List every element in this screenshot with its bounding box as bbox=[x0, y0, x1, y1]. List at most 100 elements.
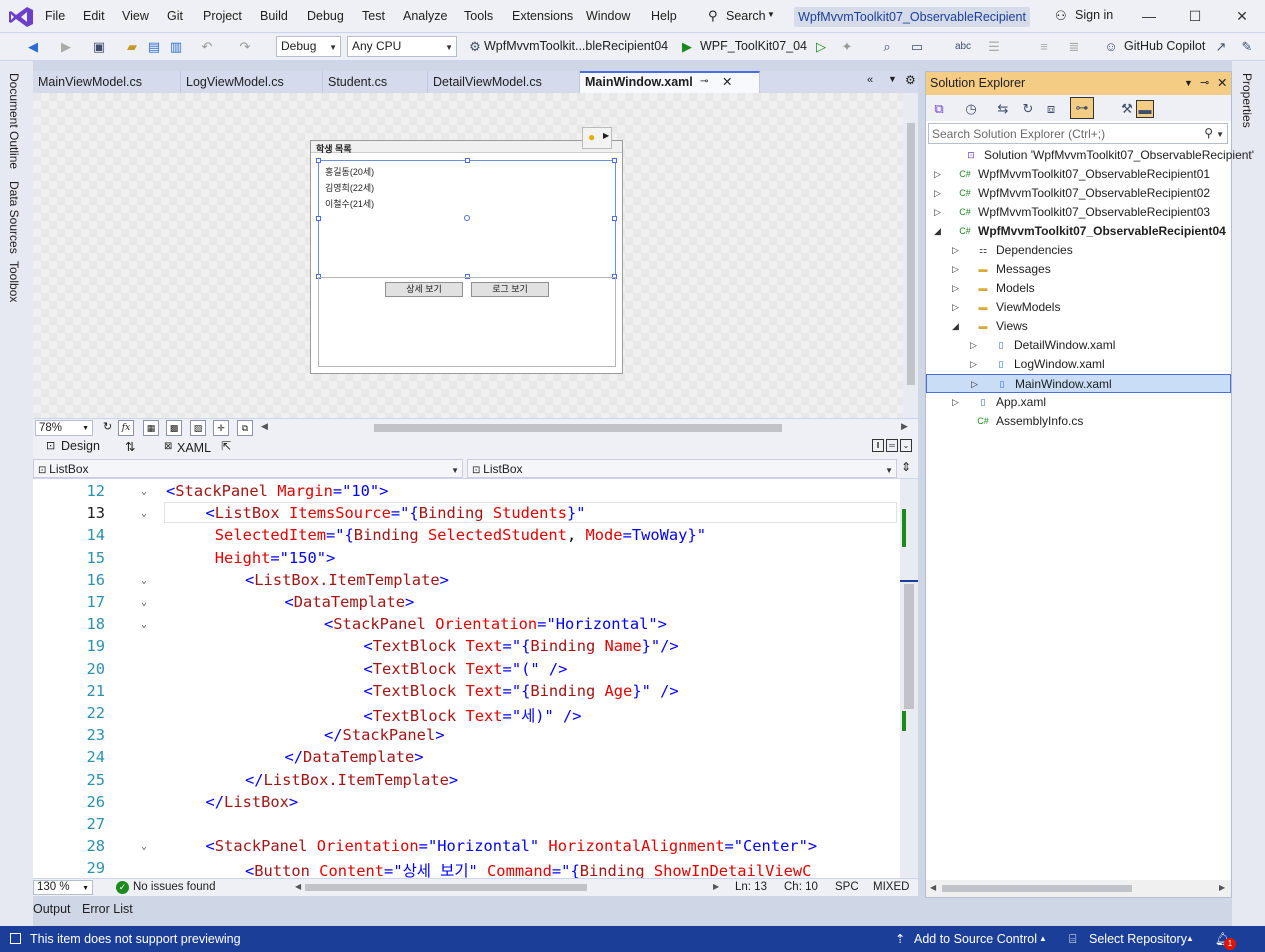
spell-check-icon[interactable]: abc bbox=[954, 38, 972, 56]
tree-item[interactable]: C# AssemblyInfo.cs bbox=[926, 412, 1231, 431]
code-line[interactable]: <DataTemplate> bbox=[285, 593, 415, 611]
gear-icon[interactable]: ⚙ bbox=[905, 73, 916, 87]
code-line[interactable]: <TextBlock Text="{Binding Name}"/> bbox=[364, 637, 679, 655]
search-button[interactable]: ⚲ Search ▼ bbox=[700, 6, 780, 27]
collapsed-chevron-icon[interactable]: ▷ bbox=[934, 184, 941, 203]
solution-explorer-search[interactable]: Search Solution Explorer (Ctrl+;) ⚲ ▼ bbox=[928, 123, 1228, 144]
code-line[interactable]: SelectedItem="{Binding SelectedStudent, … bbox=[206, 526, 706, 544]
vertical-split-icon[interactable]: ‖ bbox=[872, 439, 884, 452]
tree-item[interactable]: ▷ C# WpfMvvmToolkit07_ObservableRecipient0… bbox=[926, 184, 1231, 203]
element-left-select[interactable]: ⊡ ListBox ▼ bbox=[33, 459, 463, 478]
history-icon[interactable]: ◷ bbox=[962, 100, 980, 118]
project-code-icon[interactable]: ⧉ bbox=[237, 420, 253, 436]
menu-debug[interactable]: Debug bbox=[307, 9, 344, 23]
designer-zoom-select[interactable]: 78% ▼ bbox=[35, 420, 93, 436]
github-copilot-button[interactable]: GitHub Copilot bbox=[1124, 39, 1205, 53]
minimize-button[interactable]: — bbox=[1135, 5, 1163, 27]
properties-wrench-icon[interactable]: ⚒ bbox=[1118, 100, 1136, 118]
whitespace-mode[interactable]: SPC bbox=[835, 881, 859, 893]
tab-properties[interactable]: Properties bbox=[1240, 73, 1254, 128]
back-icon[interactable]: ◀ bbox=[24, 38, 42, 56]
outdent-icon[interactable]: ≣ bbox=[1065, 38, 1083, 56]
element-right-select[interactable]: ⊡ ListBox ▼ bbox=[467, 459, 897, 478]
tab-document-outline[interactable]: Document Outline bbox=[7, 73, 21, 169]
close-icon[interactable]: ✕ bbox=[1217, 72, 1227, 95]
gear-icon[interactable]: ⚙ bbox=[466, 38, 484, 56]
pin-icon[interactable]: ⊸ bbox=[700, 73, 708, 91]
tab-xaml[interactable]: XAML bbox=[177, 441, 211, 455]
tab-output[interactable]: Output bbox=[33, 902, 71, 916]
add-to-source-control-button[interactable]: Add to Source Control bbox=[914, 926, 1037, 952]
tab-error-list[interactable]: Error List bbox=[82, 902, 133, 916]
comment-icon[interactable]: ☰ bbox=[985, 38, 1003, 56]
start-without-debugging-icon[interactable]: ▷ bbox=[812, 38, 830, 56]
menu-project[interactable]: Project bbox=[203, 9, 242, 23]
tree-item[interactable]: ▷ ▯ LogWindow.xaml bbox=[926, 355, 1231, 374]
select-repository-button[interactable]: Select Repository bbox=[1089, 926, 1187, 952]
code-line[interactable]: <ListBox.ItemTemplate> bbox=[245, 571, 449, 589]
solution-configuration-select[interactable]: Debug ▼ bbox=[276, 36, 341, 57]
find-in-files-icon[interactable]: ⌕ bbox=[878, 38, 896, 56]
artboard-background-icon[interactable]: ▨ bbox=[190, 420, 206, 436]
tab-overflow-icon[interactable]: « bbox=[867, 74, 873, 86]
menu-test[interactable]: Test bbox=[362, 9, 385, 23]
code-line[interactable]: <StackPanel Orientation="Horizontal"> bbox=[324, 615, 667, 633]
sync-icon[interactable]: ⇆ bbox=[994, 100, 1012, 118]
indent-icon[interactable]: ≡ bbox=[1035, 38, 1053, 56]
tree-item[interactable]: ▷ ▯ DetailWindow.xaml bbox=[926, 336, 1231, 355]
collapse-all-icon[interactable]: ⧈ bbox=[1042, 100, 1060, 118]
tree-item[interactable]: ◢ ▬ Views bbox=[926, 317, 1231, 336]
scroll-left-icon[interactable]: ◀ bbox=[261, 421, 268, 432]
expanded-chevron-icon[interactable]: ◢ bbox=[952, 317, 959, 336]
fold-chevron-icon[interactable]: ⌄ bbox=[141, 575, 147, 586]
tree-item[interactable]: ▷ C# WpfMvvmToolkit07_ObservableRecipient0… bbox=[926, 165, 1231, 184]
editor-horizontal-scrollbar[interactable] bbox=[305, 884, 587, 891]
close-button[interactable]: ✕ bbox=[1228, 5, 1256, 27]
menu-file[interactable]: File bbox=[45, 9, 65, 23]
collapsed-chevron-icon[interactable]: ▷ bbox=[971, 375, 978, 394]
code-line[interactable]: <StackPanel Orientation="Horizontal" Hor… bbox=[206, 837, 818, 855]
menu-window[interactable]: Window bbox=[586, 9, 630, 23]
pin-icon[interactable]: ⊸ bbox=[1200, 72, 1209, 95]
solution-explorer-horizontal-scrollbar[interactable]: ◀ ▶ bbox=[926, 880, 1231, 897]
menu-git[interactable]: Git bbox=[167, 9, 183, 23]
hot-reload-icon[interactable]: ✦ bbox=[838, 38, 856, 56]
collapsed-chevron-icon[interactable]: ▷ bbox=[934, 165, 941, 184]
collapsed-chevron-icon[interactable]: ▷ bbox=[952, 393, 959, 412]
chevron-down-icon[interactable]: ▼ bbox=[1184, 72, 1193, 95]
column-indicator[interactable]: Ch: 10 bbox=[784, 881, 818, 893]
code-line[interactable]: <ListBox ItemsSource="{Binding Students}… bbox=[206, 504, 586, 522]
tab-detailviewmodel[interactable]: DetailViewModel.cs bbox=[428, 71, 580, 93]
scroll-right-icon[interactable]: ▶ bbox=[713, 882, 719, 891]
menu-view[interactable]: View bbox=[122, 9, 149, 23]
close-tab-icon[interactable]: ✕ bbox=[722, 73, 732, 91]
split-editor-icon[interactable]: ⇕ bbox=[901, 460, 911, 474]
collapsed-chevron-icon[interactable]: ▷ bbox=[952, 241, 959, 260]
line-indicator[interactable]: Ln: 13 bbox=[735, 881, 767, 893]
fold-chevron-icon[interactable]: ⌄ bbox=[141, 486, 147, 497]
code-line[interactable]: <StackPanel Margin="10"> bbox=[166, 482, 388, 500]
tab-student[interactable]: Student.cs bbox=[323, 71, 428, 93]
undo-icon[interactable]: ↶ bbox=[198, 38, 216, 56]
sign-in-button[interactable]: Sign in bbox=[1075, 8, 1113, 22]
tree-item[interactable]: ▷ ▬ Models bbox=[926, 279, 1231, 298]
collapsed-chevron-icon[interactable]: ▷ bbox=[952, 298, 959, 317]
list-item[interactable]: 김영희(22세) bbox=[325, 181, 374, 194]
collapsed-chevron-icon[interactable]: ▷ bbox=[952, 279, 959, 298]
forward-icon[interactable]: ▶ bbox=[57, 38, 75, 56]
maximize-button[interactable]: ☐ bbox=[1181, 5, 1209, 27]
snap-lines-icon[interactable]: ✛ bbox=[213, 420, 229, 436]
popout-xaml-icon[interactable]: ⇱ bbox=[221, 439, 231, 453]
tree-item[interactable]: ▷ ▯ MainWindow.xaml bbox=[926, 374, 1231, 393]
collapsed-chevron-icon[interactable]: ▷ bbox=[970, 355, 977, 374]
scroll-left-icon[interactable]: ◀ bbox=[295, 882, 301, 891]
tab-mainviewmodel[interactable]: MainViewModel.cs bbox=[33, 71, 181, 93]
menu-build[interactable]: Build bbox=[260, 9, 288, 23]
list-item[interactable]: 홍길동(20세) bbox=[325, 165, 374, 178]
line-ending-mode[interactable]: MIXED bbox=[873, 881, 909, 893]
scroll-right-icon[interactable]: ▶ bbox=[901, 421, 908, 432]
start-debugging-icon[interactable]: ▶ bbox=[678, 38, 696, 56]
code-line[interactable]: <TextBlock Text="{Binding Age}" /> bbox=[364, 682, 679, 700]
menu-tools[interactable]: Tools bbox=[464, 9, 493, 23]
code-line[interactable]: </ListBox> bbox=[206, 793, 299, 811]
